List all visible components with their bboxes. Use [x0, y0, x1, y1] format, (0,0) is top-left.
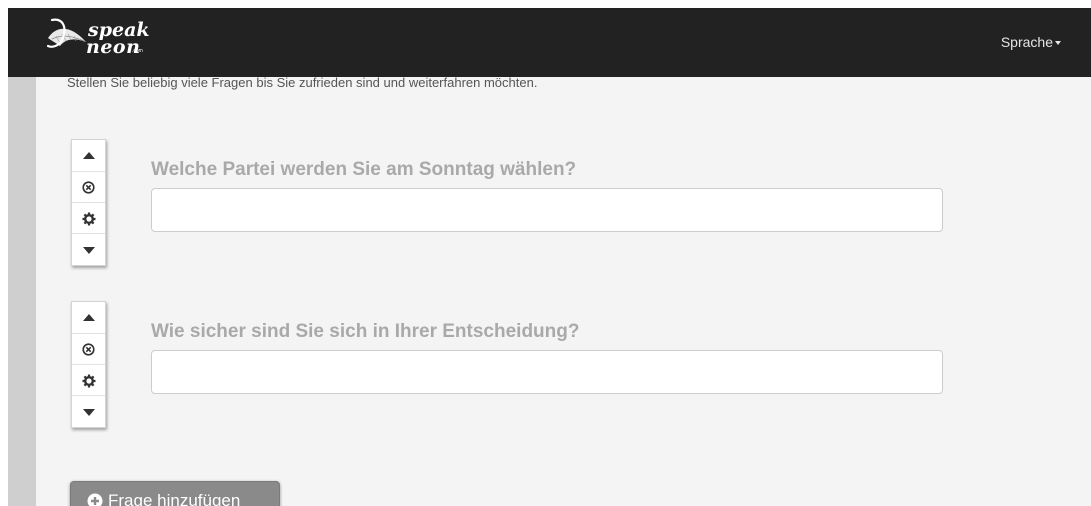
arrow-down-icon — [82, 246, 95, 254]
brand-swoosh-icon — [46, 18, 66, 48]
questions-panel: Stellen Sie beliebig viele Fragen bis Si… — [36, 63, 1091, 506]
remove-question-button[interactable] — [72, 333, 105, 365]
question-2-label: Wie sicher sind Sie sich in Ihrer Entsch… — [151, 321, 580, 342]
plus-circle-icon — [87, 493, 103, 506]
move-up-button[interactable] — [72, 302, 105, 333]
brand-logo[interactable]: speak neon .com — [46, 16, 186, 68]
move-up-button[interactable] — [72, 140, 105, 171]
app-window: speak neon .com Sprache Stellen Sie beli… — [8, 8, 1091, 506]
brand-word-neon: neon — [86, 36, 141, 58]
move-down-button[interactable] — [72, 395, 105, 427]
gear-icon — [82, 374, 95, 387]
caret-down-icon — [1055, 41, 1061, 46]
arrow-down-icon — [82, 408, 95, 416]
arrow-up-icon — [82, 313, 95, 321]
language-dropdown[interactable]: Sprache — [1001, 34, 1061, 50]
remove-question-button[interactable] — [72, 171, 105, 203]
gear-icon — [82, 212, 95, 225]
question-settings-button[interactable] — [72, 202, 105, 234]
move-down-button[interactable] — [72, 233, 105, 265]
language-label: Sprache — [1000, 34, 1053, 50]
question-1-controls — [71, 139, 106, 266]
top-navbar: speak neon .com Sprache — [8, 8, 1091, 77]
arrow-up-icon — [82, 151, 95, 159]
brand-suffix: .com — [132, 48, 143, 54]
add-question-button[interactable]: Frage hinzufügen — [70, 481, 280, 506]
remove-circle-icon — [82, 181, 95, 194]
intro-text: Stellen Sie beliebig viele Fragen bis Si… — [67, 75, 538, 90]
question-settings-button[interactable] — [72, 364, 105, 396]
question-1-answer-input[interactable] — [151, 188, 943, 232]
add-question-label: Frage hinzufügen — [108, 491, 241, 506]
question-2-controls — [71, 301, 106, 428]
question-2-answer-input[interactable] — [151, 350, 943, 394]
remove-circle-icon — [82, 343, 95, 356]
question-1-label: Welche Partei werden Sie am Sonntag wähl… — [151, 159, 577, 180]
